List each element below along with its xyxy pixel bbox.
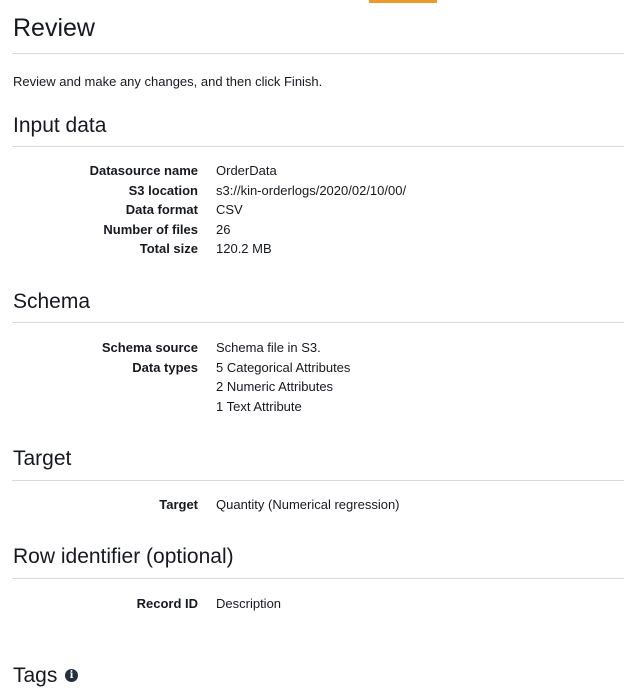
intro-text: Review and make any changes, and then cl… — [13, 74, 323, 89]
detail-row: Record ID Description — [0, 596, 624, 615]
detail-label: Number of files — [103, 221, 198, 237]
detail-value: OrderData — [216, 163, 277, 178]
detail-value: s3://kin-orderlogs/2020/02/10/00/ — [216, 182, 407, 198]
detail-row: Schema source Schema file in S3. — [0, 340, 624, 359]
detail-label: Datasource name — [89, 163, 198, 178]
section-divider — [12, 578, 624, 579]
section-title-row-identifier: Row identifier (optional) — [13, 545, 234, 568]
section-divider — [12, 146, 624, 147]
detail-label: Schema source — [101, 340, 198, 355]
detail-label: Data format — [125, 202, 198, 217]
detail-value: 2 Numeric Attributes — [216, 379, 334, 394]
section-title-schema: Schema — [13, 290, 91, 313]
active-step-indicator — [369, 0, 437, 3]
detail-value: 5 Categorical Attributes — [216, 359, 351, 375]
detail-row: Number of files 26 — [0, 222, 624, 241]
detail-label: S3 location — [128, 182, 198, 198]
detail-row: Data format CSV — [0, 202, 624, 221]
detail-row: 2 Numeric Attributes — [0, 379, 624, 398]
section-divider — [12, 322, 624, 323]
detail-value: Description — [216, 596, 282, 611]
detail-label: Total size — [139, 241, 198, 256]
section-title-target: Target — [13, 447, 72, 470]
detail-row: Total size 120.2 MB — [0, 241, 624, 260]
detail-value: 26 — [216, 221, 231, 237]
detail-row: Data types 5 Categorical Attributes — [0, 360, 624, 379]
section-title-tags: Tags — [13, 664, 58, 687]
detail-value: CSV — [216, 202, 243, 217]
info-icon[interactable]: i — [65, 669, 78, 682]
page-title: Review — [13, 14, 95, 42]
detail-value: 120.2 MB — [216, 241, 272, 256]
section-divider — [12, 480, 624, 481]
detail-value: 1 Text Attribute — [216, 398, 302, 414]
detail-label: Target — [159, 497, 198, 512]
detail-label: Record ID — [136, 596, 198, 611]
detail-value: Schema file in S3. — [216, 340, 321, 355]
title-divider — [12, 53, 624, 54]
detail-row: Target Quantity (Numerical regression) — [0, 497, 624, 516]
section-title-input-data: Input data — [13, 114, 107, 137]
detail-label: Data types — [132, 359, 198, 375]
detail-row: Datasource name OrderData — [0, 163, 624, 182]
detail-value: Quantity (Numerical regression) — [216, 497, 400, 512]
detail-row: S3 location s3://kin-orderlogs/2020/02/1… — [0, 183, 624, 202]
detail-row: 1 Text Attribute — [0, 399, 624, 418]
